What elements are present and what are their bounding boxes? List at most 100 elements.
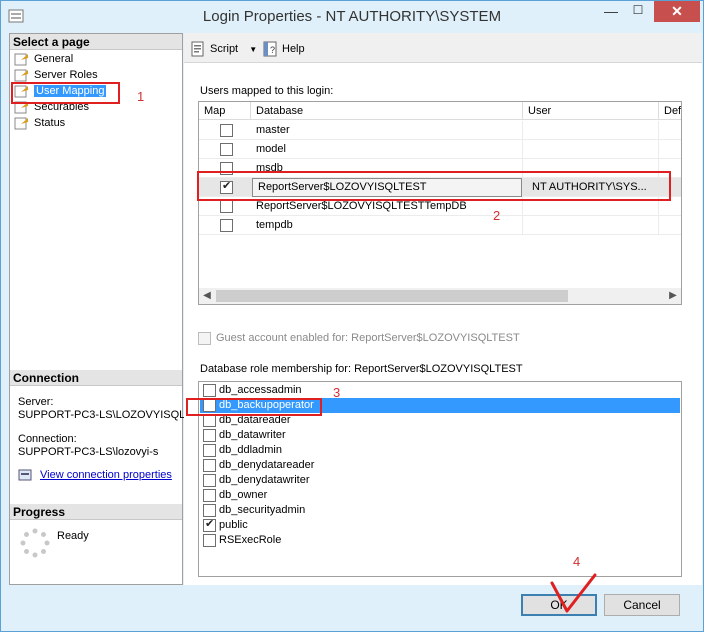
connection-properties-icon — [18, 469, 32, 481]
role-checkbox[interactable] — [203, 489, 216, 502]
list-item[interactable]: db_owner — [200, 488, 680, 503]
cancel-button[interactable]: Cancel — [604, 594, 680, 616]
page-icon — [14, 117, 28, 130]
svg-text:?: ? — [270, 45, 275, 55]
help-button[interactable]: ? Help — [262, 41, 305, 57]
script-label: Script — [210, 43, 239, 55]
page-server-roles[interactable]: Server Roles — [14, 68, 98, 83]
annotation-number-1: 1 — [137, 89, 145, 104]
user-mapping-grid: Map Database User Defa master model msdb — [198, 101, 682, 305]
grid-header: Map Database User Defa — [199, 102, 681, 120]
connection-label: Connection: — [18, 433, 77, 445]
map-checkbox[interactable] — [220, 143, 233, 156]
user-cell[interactable] — [523, 121, 659, 140]
database-cell: model — [251, 140, 523, 159]
list-item[interactable]: public — [200, 517, 680, 533]
list-item[interactable]: db_datawriter — [200, 428, 680, 443]
list-item[interactable]: RSExecRole — [200, 533, 680, 548]
toolbar: Script ▼ ? Help — [184, 33, 702, 63]
progress-spinner-icon — [20, 528, 50, 558]
map-checkbox[interactable] — [220, 200, 233, 213]
users-mapped-label: Users mapped to this login: — [200, 85, 334, 97]
select-page-header: Select a page — [10, 34, 182, 50]
left-pane: Select a page General Server Roles User … — [9, 33, 186, 585]
list-item[interactable]: db_accessadmin — [200, 383, 680, 398]
annotation-box-3 — [186, 398, 322, 416]
column-header-map[interactable]: Map — [199, 102, 251, 120]
page-label: General — [34, 53, 74, 65]
map-checkbox[interactable] — [220, 124, 233, 137]
list-item[interactable]: db_denydatawriter — [200, 473, 680, 488]
help-label: Help — [282, 43, 305, 55]
scroll-left-icon[interactable]: ◀ — [199, 288, 215, 304]
role-label: db_denydatawriter — [219, 474, 310, 486]
role-checkbox[interactable] — [203, 474, 216, 487]
close-button[interactable]: ✕ — [654, 1, 700, 22]
role-checkbox[interactable] — [203, 384, 216, 397]
column-header-default-schema[interactable]: Defa — [659, 102, 681, 120]
role-label: db_ddladmin — [219, 444, 282, 456]
connection-value: SUPPORT-PC3-LS\lozovyi-s — [18, 446, 159, 458]
page-status[interactable]: Status — [14, 116, 65, 131]
role-membership-label: Database role membership for: ReportServ… — [200, 363, 523, 375]
role-label: RSExecRole — [219, 534, 282, 546]
minimize-button[interactable]: — — [601, 3, 621, 21]
server-value: SUPPORT-PC3-LS\LOZOVYISQL — [18, 409, 186, 421]
annotation-number-3: 3 — [333, 385, 341, 400]
view-connection-properties-link[interactable]: View connection properties — [40, 469, 172, 481]
progress-header: Progress — [10, 504, 182, 520]
role-checkbox[interactable] — [203, 429, 216, 442]
database-cell: tempdb — [251, 216, 523, 235]
role-checkbox[interactable] — [203, 534, 216, 547]
page-label: Server Roles — [34, 69, 98, 81]
annotation-number-2: 2 — [493, 208, 501, 223]
guest-account-label: Guest account enabled for: ReportServer$… — [216, 332, 520, 344]
horizontal-scrollbar[interactable]: ◀ ▶ — [199, 288, 681, 304]
role-label: db_owner — [219, 489, 268, 501]
annotation-box-1 — [11, 82, 120, 104]
checkmark-annotation-icon — [550, 573, 597, 613]
role-label: db_datawriter — [219, 429, 286, 441]
role-label: db_accessadmin — [219, 384, 302, 396]
server-label: Server: — [18, 396, 54, 408]
annotation-box-2 — [197, 171, 671, 201]
user-cell[interactable] — [523, 216, 659, 235]
page-label: Status — [34, 117, 66, 129]
user-cell[interactable] — [523, 140, 659, 159]
user-mapping-panel: Users mapped to this login: Map Database… — [184, 63, 702, 585]
scroll-thumb[interactable] — [216, 290, 568, 302]
role-checkbox-checked[interactable] — [203, 517, 216, 532]
login-properties-window: Login Properties - NT AUTHORITY\SYSTEM —… — [0, 0, 704, 632]
map-checkbox[interactable] — [220, 219, 233, 232]
role-checkbox[interactable] — [203, 504, 216, 517]
column-header-database[interactable]: Database — [251, 102, 523, 120]
page-icon — [14, 69, 28, 82]
chevron-down-icon[interactable]: ▼ — [249, 45, 257, 54]
table-row[interactable]: master — [199, 121, 681, 140]
page-icon — [14, 53, 28, 66]
script-icon — [191, 41, 204, 57]
role-checkbox[interactable] — [203, 444, 216, 457]
role-label: db_denydatareader — [219, 459, 315, 471]
progress-status: Ready — [57, 530, 89, 542]
script-button[interactable]: Script ▼ — [190, 41, 257, 57]
role-label: public — [219, 519, 248, 531]
list-item[interactable]: db_ddladmin — [200, 443, 680, 458]
list-item[interactable]: db_denydatareader — [200, 458, 680, 473]
column-header-user[interactable]: User — [523, 102, 659, 120]
database-cell: master — [251, 121, 523, 140]
title-bar: Login Properties - NT AUTHORITY\SYSTEM —… — [1, 1, 703, 33]
page-general[interactable]: General — [14, 52, 73, 67]
annotation-number-4: 4 — [573, 554, 581, 569]
table-row[interactable]: tempdb — [199, 216, 681, 235]
scroll-right-icon[interactable]: ▶ — [665, 288, 681, 304]
table-row[interactable]: model — [199, 140, 681, 159]
list-item[interactable]: db_securityadmin — [200, 503, 680, 518]
help-icon: ? — [263, 41, 277, 57]
window-title: Login Properties - NT AUTHORITY\SYSTEM — [202, 8, 502, 25]
maximize-button[interactable]: ☐ — [628, 3, 648, 21]
guest-account-checkbox[interactable] — [198, 332, 211, 345]
role-label: db_securityadmin — [219, 504, 306, 516]
role-checkbox[interactable] — [203, 459, 216, 472]
connection-header: Connection — [10, 370, 182, 386]
